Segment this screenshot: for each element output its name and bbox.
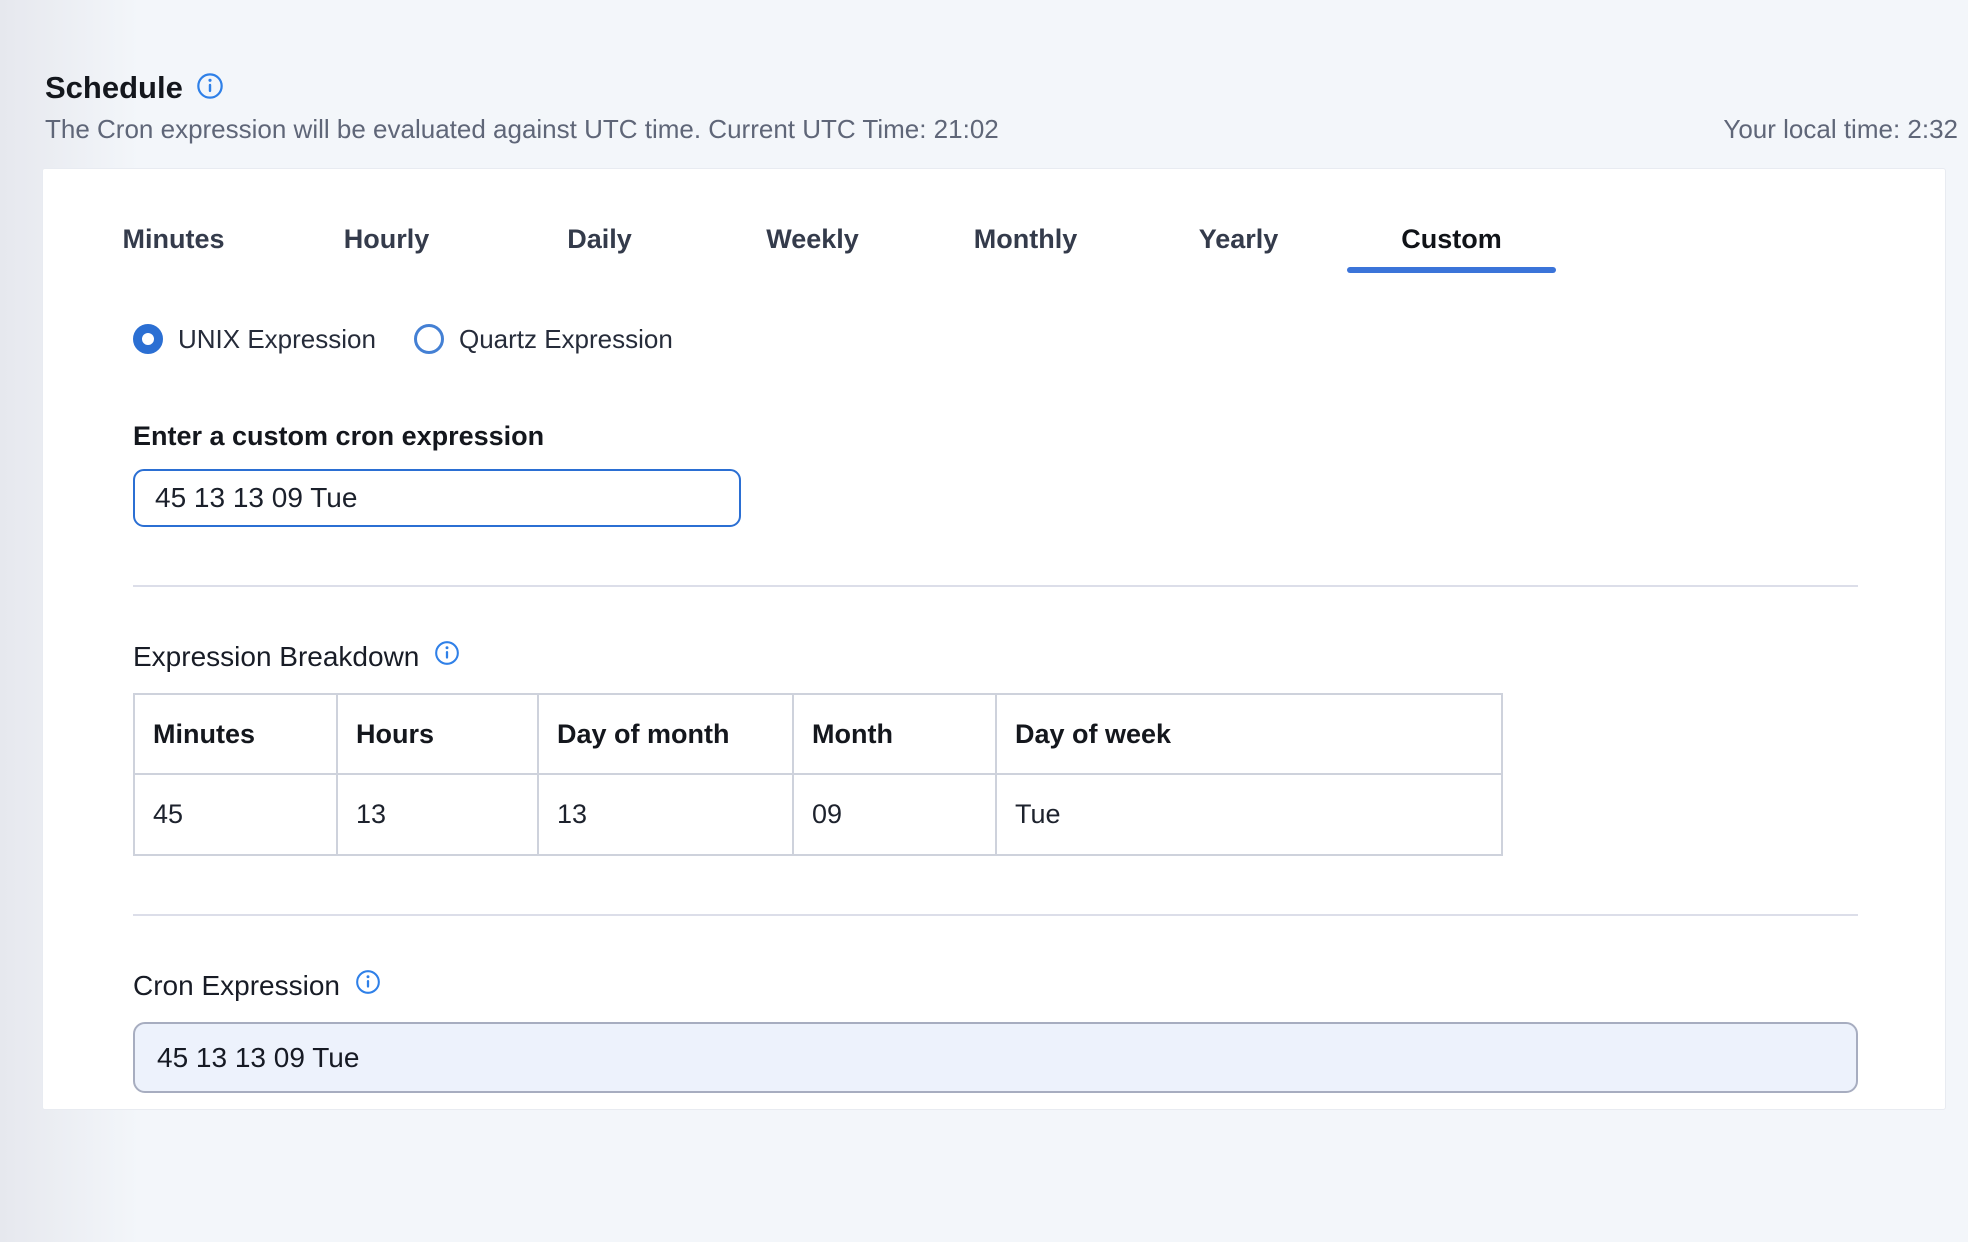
breakdown-header-row: Minutes Hours Day of month Month Day of … bbox=[134, 694, 1502, 774]
radio-quartz-label: Quartz Expression bbox=[459, 324, 673, 355]
tab-custom[interactable]: Custom bbox=[1345, 205, 1558, 273]
cell-minutes: 45 bbox=[134, 774, 337, 855]
tab-weekly[interactable]: Weekly bbox=[706, 205, 919, 273]
breakdown-value-row: 45 13 13 09 Tue bbox=[134, 774, 1502, 855]
col-header-month: Month bbox=[793, 694, 996, 774]
local-time: Your local time: 2:32 bbox=[1723, 113, 1958, 145]
expression-breakdown-table: Minutes Hours Day of month Month Day of … bbox=[133, 693, 1503, 856]
cron-expression-label-text: Cron Expression bbox=[133, 970, 340, 1002]
radio-unix-expression[interactable]: UNIX Expression bbox=[133, 324, 376, 355]
radio-unix-control[interactable] bbox=[133, 324, 163, 354]
col-header-day-of-month: Day of month bbox=[538, 694, 793, 774]
radio-unix-label: UNIX Expression bbox=[178, 324, 376, 355]
cell-month: 09 bbox=[793, 774, 996, 855]
col-header-day-of-week: Day of week bbox=[996, 694, 1502, 774]
tab-custom-label: Custom bbox=[1401, 224, 1502, 255]
tab-daily[interactable]: Daily bbox=[493, 205, 706, 273]
cron-expression-output: 45 13 13 09 Tue bbox=[133, 1022, 1858, 1093]
tab-minutes[interactable]: Minutes bbox=[67, 205, 280, 273]
schedule-tab-bar: Minutes Hourly Daily Weekly Monthly Year… bbox=[67, 205, 1558, 273]
breakdown-section-label: Expression Breakdown bbox=[133, 640, 1945, 673]
col-header-minutes: Minutes bbox=[134, 694, 337, 774]
tab-monthly[interactable]: Monthly bbox=[919, 205, 1132, 273]
tab-hourly[interactable]: Hourly bbox=[280, 205, 493, 273]
divider bbox=[133, 914, 1858, 916]
utc-note: The Cron expression will be evaluated ag… bbox=[45, 113, 999, 145]
tab-yearly[interactable]: Yearly bbox=[1132, 205, 1345, 273]
cell-hours: 13 bbox=[337, 774, 538, 855]
schedule-card: Minutes Hourly Daily Weekly Monthly Year… bbox=[42, 168, 1946, 1110]
cell-day-of-week: Tue bbox=[996, 774, 1502, 855]
divider bbox=[133, 585, 1858, 587]
breakdown-info-icon[interactable] bbox=[434, 640, 460, 673]
radio-quartz-control[interactable] bbox=[414, 324, 444, 354]
header: Schedule bbox=[45, 70, 224, 106]
schedule-info-icon[interactable] bbox=[196, 72, 224, 105]
cell-day-of-month: 13 bbox=[538, 774, 793, 855]
custom-cron-label: Enter a custom cron expression bbox=[133, 421, 1945, 452]
cron-expression-info-icon[interactable] bbox=[355, 969, 381, 1002]
radio-quartz-expression[interactable]: Quartz Expression bbox=[414, 324, 673, 355]
cron-expression-section-label: Cron Expression bbox=[133, 969, 1945, 1002]
active-tab-indicator bbox=[1347, 267, 1556, 273]
expression-type-radio-group: UNIX Expression Quartz Expression bbox=[133, 323, 1945, 355]
col-header-hours: Hours bbox=[337, 694, 538, 774]
breakdown-label-text: Expression Breakdown bbox=[133, 641, 419, 673]
page-title: Schedule bbox=[45, 70, 183, 106]
custom-cron-input[interactable] bbox=[133, 469, 741, 527]
